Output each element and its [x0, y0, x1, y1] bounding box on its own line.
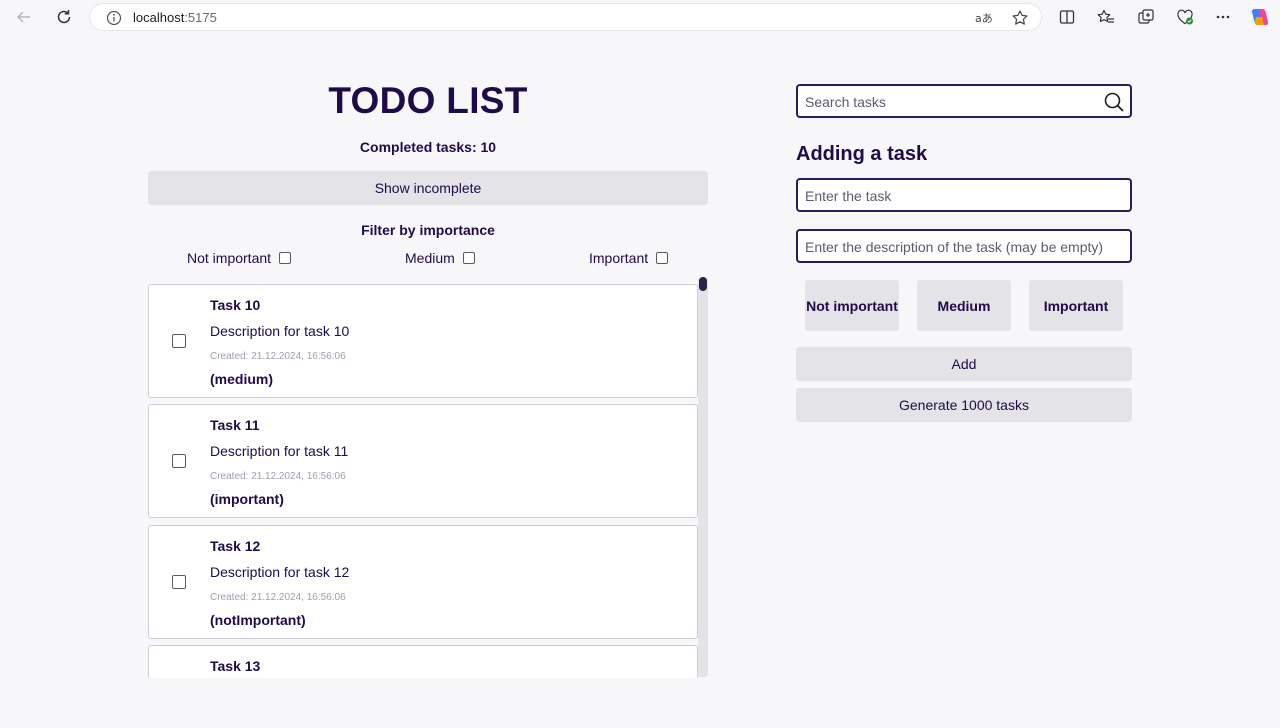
- task-description: Description for task 11: [210, 443, 349, 459]
- task-name-input[interactable]: [805, 186, 1123, 206]
- task-created: Created: 21.12.2024, 16:56:06: [210, 351, 346, 362]
- task-done-checkbox[interactable]: [172, 334, 186, 348]
- task-created: Created: 21.12.2024, 16:56:06: [210, 592, 346, 603]
- completed-count: Completed tasks: 10: [359, 139, 497, 155]
- browser-toolbar: localhost:5175 aあ: [0, 0, 1280, 34]
- filter-important-checkbox[interactable]: [656, 252, 669, 264]
- task-description: Description for task 12: [210, 564, 350, 580]
- filter-medium-checkbox[interactable]: [462, 252, 475, 264]
- favorites-icon[interactable]: [1096, 7, 1116, 27]
- filter-not-important-checkbox[interactable]: [279, 252, 292, 264]
- task-name: Task 11: [210, 417, 260, 433]
- address-bar[interactable]: localhost:5175 aあ: [89, 3, 1042, 31]
- filter-label: Not important: [187, 250, 272, 266]
- filter-medium[interactable]: Medium: [405, 250, 475, 266]
- search-box: [796, 84, 1132, 118]
- collections-icon[interactable]: [1136, 7, 1156, 27]
- filter-not-important[interactable]: Not important: [187, 250, 292, 266]
- generate-tasks-button[interactable]: Generate 1000 tasks: [796, 388, 1132, 422]
- task-description: Description for task 10: [210, 323, 350, 339]
- add-task-title: Adding a task: [796, 143, 928, 165]
- url-port: :5175: [184, 10, 217, 25]
- browser-essentials-icon[interactable]: [1175, 7, 1195, 27]
- copilot-icon[interactable]: [1250, 7, 1270, 27]
- search-icon[interactable]: [1103, 91, 1125, 113]
- task-done-checkbox[interactable]: [172, 575, 186, 589]
- filter-label: Important: [589, 250, 649, 266]
- task-name: Task 13: [210, 658, 261, 674]
- page-title: TODO LIST: [328, 80, 528, 121]
- task-done-checkbox[interactable]: [172, 454, 186, 468]
- task-item: Task 11 Description for task 11 Created:…: [148, 404, 698, 518]
- task-name: Task 12: [210, 538, 261, 554]
- more-menu-icon[interactable]: [1213, 7, 1233, 27]
- priority-medium-button[interactable]: Medium: [917, 280, 1011, 331]
- task-priority: (notImportant): [210, 612, 306, 628]
- task-item: Task 13: [148, 645, 698, 678]
- task-priority: (medium): [210, 371, 273, 387]
- task-item: Task 12 Description for task 12 Created:…: [148, 525, 698, 639]
- add-button[interactable]: Add: [796, 347, 1132, 381]
- task-name: Task 10: [210, 297, 261, 313]
- task-list-scrollbar[interactable]: [698, 277, 708, 677]
- task-created: Created: 21.12.2024, 16:56:06: [210, 471, 346, 482]
- svg-text:aあ: aあ: [975, 12, 992, 25]
- filter-label: Medium: [405, 250, 455, 266]
- url-text[interactable]: localhost:5175: [133, 10, 217, 25]
- priority-not-important-button[interactable]: Not important: [805, 280, 899, 331]
- reload-icon[interactable]: [54, 7, 74, 27]
- read-aloud-icon[interactable]: aあ: [974, 9, 992, 27]
- priority-important-button[interactable]: Important: [1029, 280, 1123, 331]
- split-screen-icon[interactable]: [1057, 7, 1077, 27]
- task-priority: (important): [210, 491, 284, 507]
- filter-title: Filter by importance: [361, 222, 495, 238]
- site-info-icon[interactable]: [106, 10, 122, 26]
- task-description-field: [796, 229, 1132, 263]
- scrollbar-thumb[interactable]: [699, 277, 707, 291]
- back-icon[interactable]: [14, 7, 34, 27]
- favorite-star-icon[interactable]: [1011, 9, 1029, 27]
- task-list[interactable]: Task 10 Description for task 10 Created:…: [148, 284, 698, 678]
- filter-important[interactable]: Important: [589, 250, 669, 266]
- url-host: localhost: [133, 10, 185, 25]
- show-incomplete-button[interactable]: Show incomplete: [148, 171, 708, 205]
- search-input[interactable]: [805, 92, 1095, 112]
- task-item: Task 10 Description for task 10 Created:…: [148, 284, 698, 398]
- task-name-field: [796, 178, 1132, 212]
- task-description-input[interactable]: [805, 237, 1123, 257]
